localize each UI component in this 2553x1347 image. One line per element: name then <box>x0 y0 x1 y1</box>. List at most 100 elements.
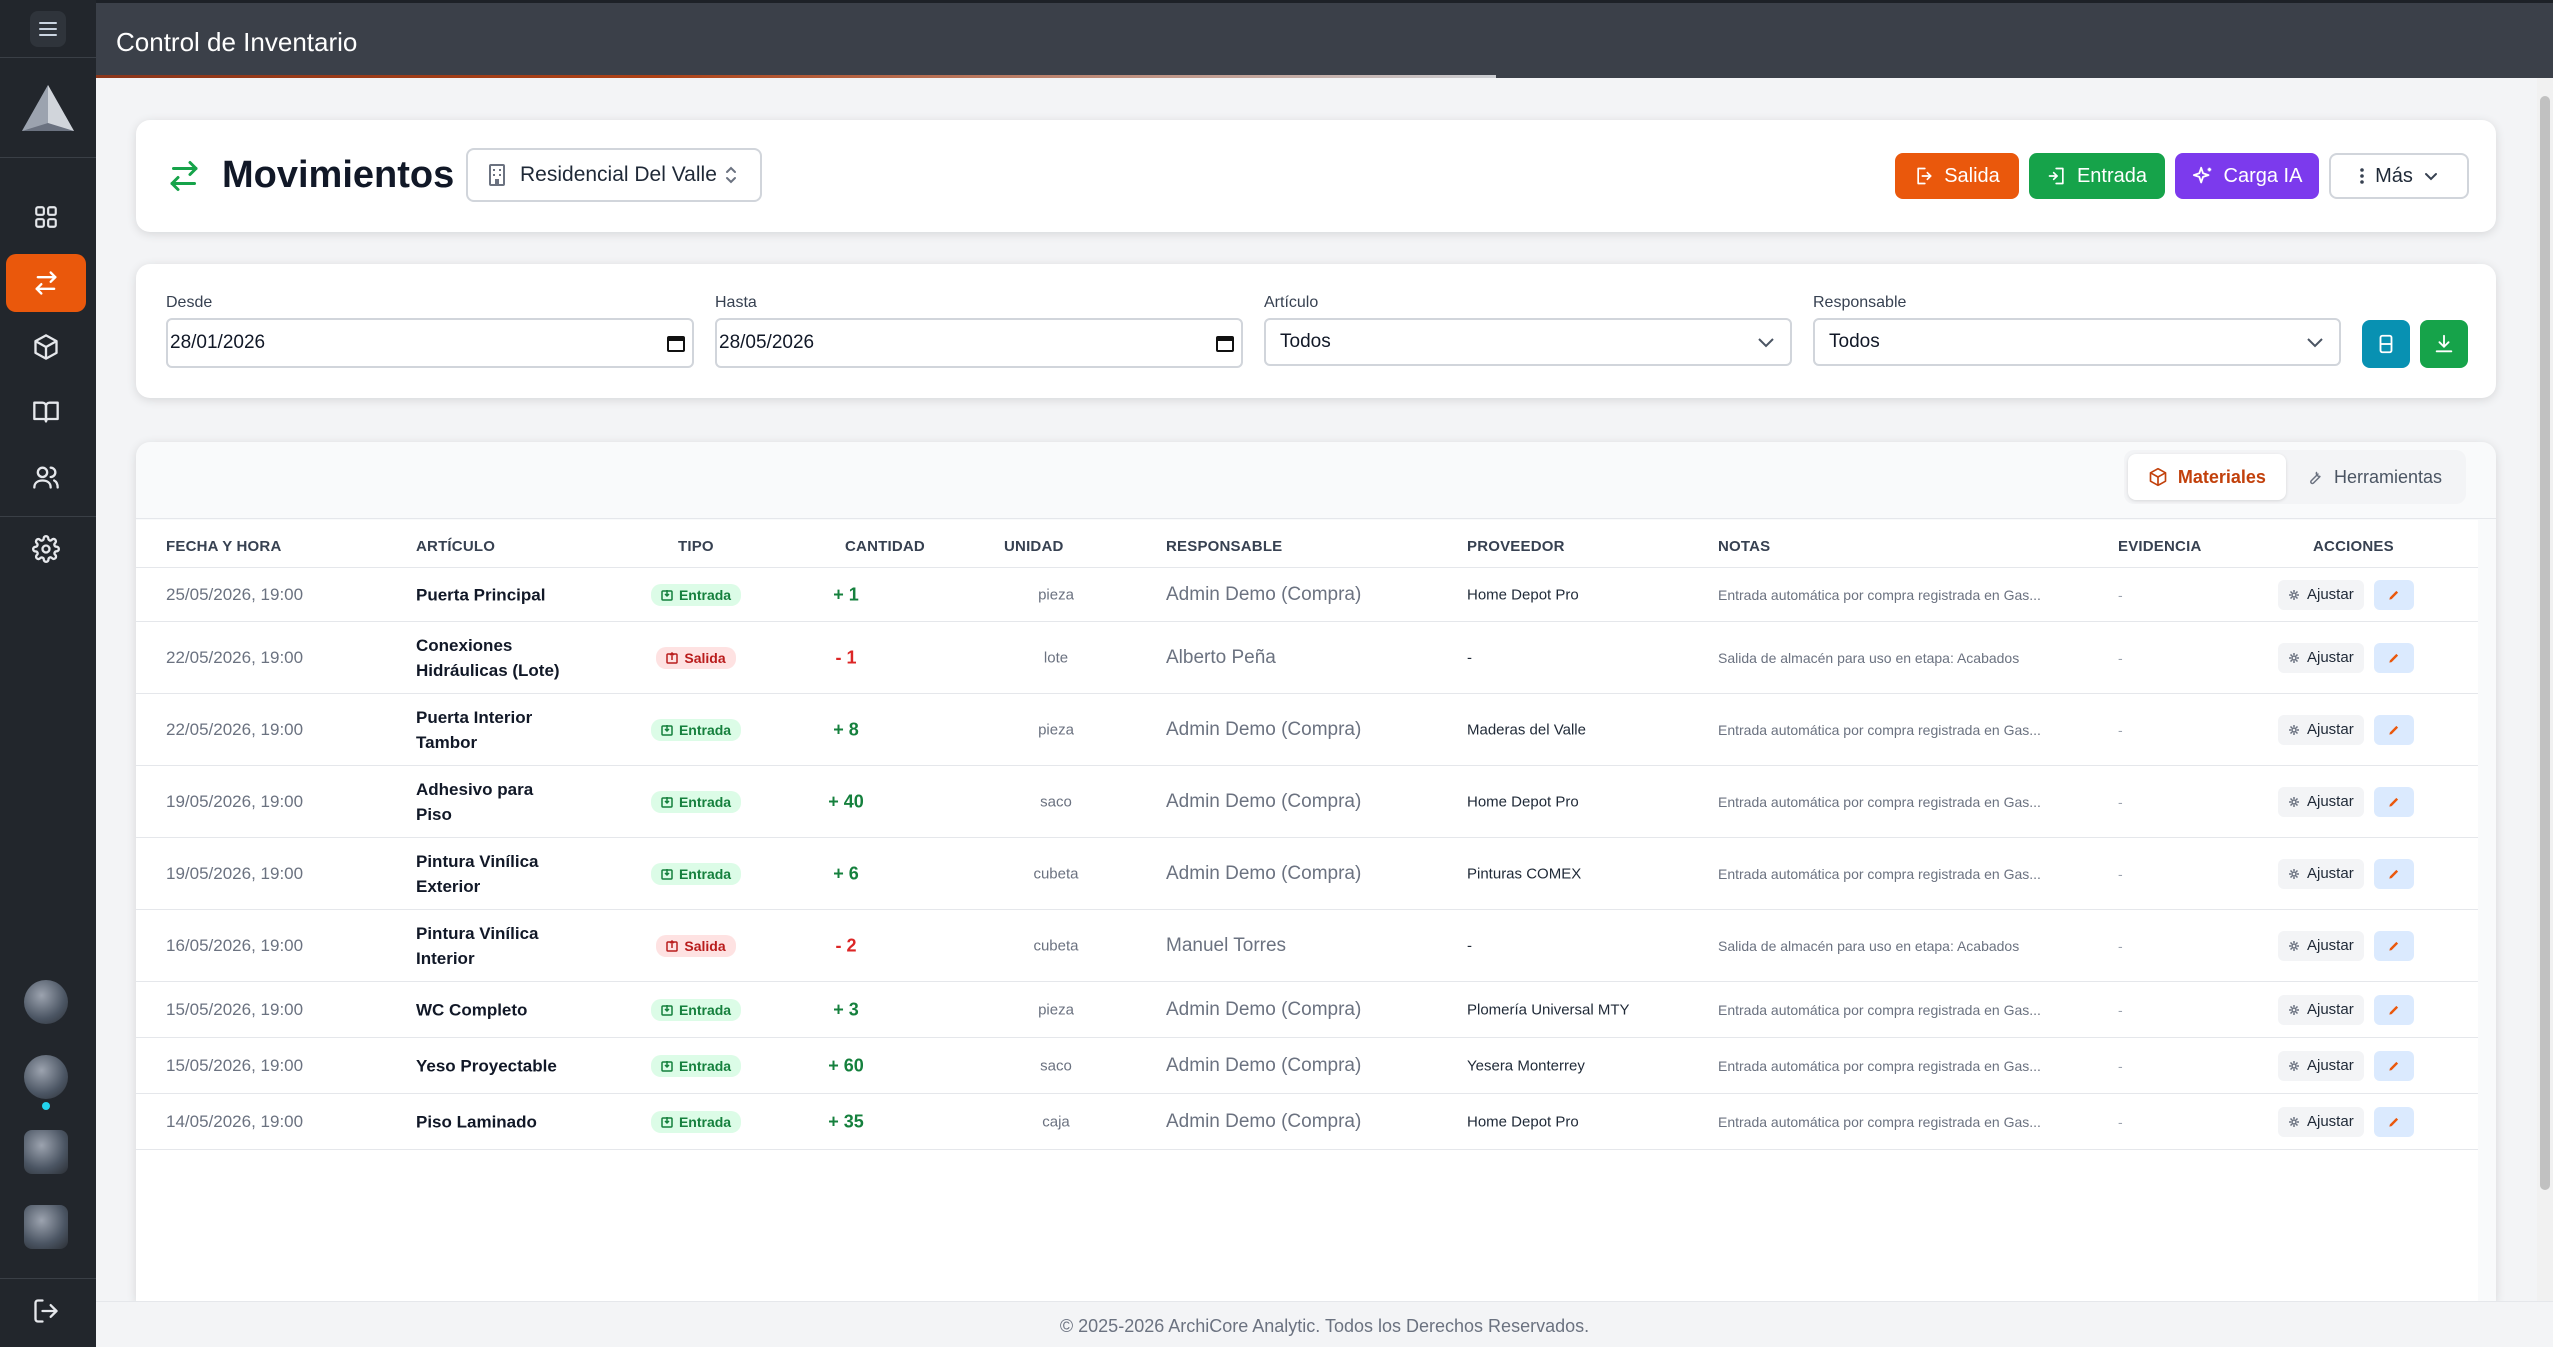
adjust-button[interactable]: Ajustar <box>2278 786 2364 817</box>
row-type: Entrada <box>646 1110 746 1133</box>
entry-icon <box>661 589 673 601</box>
row-responsible: Admin Demo (Compra) <box>1166 862 1362 884</box>
tab-materiales[interactable]: Materiales <box>2127 454 2286 500</box>
hasta-label: Hasta <box>715 294 757 311</box>
adjust-button-label: Ajustar <box>2307 1057 2354 1074</box>
download-button[interactable] <box>2420 320 2468 368</box>
row-responsible: Admin Demo (Compra) <box>1166 1054 1362 1076</box>
adjust-button[interactable]: Ajustar <box>2278 714 2364 745</box>
entry-icon <box>661 868 673 880</box>
sidebar-item-catalogo[interactable] <box>6 383 86 441</box>
row-date: 25/05/2026, 19:00 <box>166 584 304 604</box>
column-header: RESPONSABLE <box>1166 538 1283 555</box>
entry-icon <box>661 1004 673 1016</box>
logout-button[interactable] <box>6 1282 86 1340</box>
edit-button[interactable] <box>2373 579 2414 610</box>
users-icon <box>33 466 59 489</box>
edit-button[interactable] <box>2373 994 2414 1025</box>
adjust-button[interactable]: Ajustar <box>2278 930 2364 961</box>
entry-icon <box>661 724 673 736</box>
carga-ia-button[interactable]: Carga IA <box>2175 153 2319 199</box>
type-badge: Entrada <box>650 998 742 1021</box>
type-badge-label: Entrada <box>678 1057 732 1074</box>
more-vertical-icon <box>2360 168 2364 184</box>
row-notes: Entrada automática por compra registrada… <box>1718 1001 2041 1018</box>
responsable-select[interactable]: Todos <box>1813 318 2341 366</box>
adjust-button[interactable]: Ajustar <box>2278 994 2364 1025</box>
edit-button[interactable] <box>2373 1050 2414 1081</box>
calendar-icon[interactable] <box>666 333 686 353</box>
row-notes: Entrada automática por compra registrada… <box>1718 1113 2041 1130</box>
adjust-button[interactable]: Ajustar <box>2278 579 2364 610</box>
more-button[interactable]: Más <box>2329 153 2469 199</box>
row-article: Pintura Vinílica Interior <box>416 923 539 968</box>
movements-table-card: Materiales Herramientas FECHA Y HORA ART… <box>136 442 2496 1302</box>
entry-icon <box>661 1060 673 1072</box>
adjust-button[interactable]: Ajustar <box>2278 858 2364 889</box>
row-supplier: Plomería Universal MTY <box>1467 1001 1630 1018</box>
row-quantity: + 8 <box>833 719 859 739</box>
sidebar-item-dashboard[interactable] <box>6 188 86 246</box>
dashboard-icon <box>35 206 57 228</box>
sidebar-item-configuracion[interactable] <box>6 520 86 578</box>
column-header: CANTIDAD <box>845 538 925 555</box>
chevron-down-icon <box>2424 173 2437 181</box>
avatar-bot-1[interactable] <box>24 980 68 1024</box>
table-row: 22/05/2026, 19:00 Conexiones Hidráulicas … <box>136 622 2478 694</box>
column-header: EVIDENCIA <box>2118 538 2202 555</box>
row-type: Entrada <box>646 790 746 813</box>
app-logo[interactable] <box>0 58 96 158</box>
type-badge: Salida <box>656 646 736 669</box>
avatar-bot-2[interactable] <box>24 1055 68 1099</box>
row-evidence: - <box>2118 649 2123 666</box>
adjust-button[interactable]: Ajustar <box>2278 642 2364 673</box>
edit-button[interactable] <box>2373 642 2414 673</box>
edit-button[interactable] <box>2373 1106 2414 1137</box>
row-supplier: Home Depot Pro <box>1467 586 1579 603</box>
responsable-label: Responsable <box>1813 294 1907 311</box>
hasta-date-input[interactable]: 28/05/2026 <box>715 318 1243 368</box>
sidebar-item-movimientos[interactable] <box>6 254 86 312</box>
edit-button[interactable] <box>2373 930 2414 961</box>
row-evidence: - <box>2118 586 2123 603</box>
row-article: Puerta Principal <box>416 585 546 604</box>
pencil-icon <box>2389 1117 2398 1127</box>
sidebar-item-inventario[interactable] <box>6 318 86 376</box>
adjust-button[interactable]: Ajustar <box>2278 1050 2364 1081</box>
row-date: 14/05/2026, 19:00 <box>166 1111 304 1131</box>
row-quantity: + 35 <box>828 1111 864 1131</box>
type-badge: Entrada <box>650 790 742 813</box>
row-date: 22/05/2026, 19:00 <box>166 719 304 739</box>
page-title: Movimientos <box>222 154 455 196</box>
row-unit: pieza <box>1038 1001 1074 1018</box>
table-row: 19/05/2026, 19:00 Pintura Vinílica Exteri… <box>136 838 2478 910</box>
row-responsible: Admin Demo (Compra) <box>1166 790 1362 812</box>
sidebar-item-usuarios[interactable] <box>6 448 86 506</box>
type-badge-label: Entrada <box>678 1001 732 1018</box>
row-quantity: + 1 <box>833 584 859 604</box>
adjust-button[interactable]: Ajustar <box>2278 1106 2364 1137</box>
hasta-value: 28/05/2026 <box>719 332 815 353</box>
project-selector[interactable]: Residencial Del Valle <box>466 148 762 202</box>
edit-button[interactable] <box>2373 858 2414 889</box>
edit-button[interactable] <box>2373 786 2414 817</box>
calendar-icon[interactable] <box>1215 333 1235 353</box>
table-row: 19/05/2026, 19:00 Adhesivo para Piso Entra… <box>136 766 2478 838</box>
row-type: Entrada <box>646 1054 746 1077</box>
row-evidence: - <box>2118 865 2123 882</box>
tab-herramientas[interactable]: Herramientas <box>2286 454 2462 500</box>
salida-button[interactable]: Salida <box>1895 153 2019 199</box>
category-tabs: Materiales Herramientas <box>2123 450 2466 504</box>
entrada-button[interactable]: Entrada <box>2029 153 2165 199</box>
articulo-select[interactable]: Todos <box>1264 318 1792 366</box>
row-supplier: Maderas del Valle <box>1467 721 1586 738</box>
row-evidence: - <box>2118 1113 2123 1130</box>
avatar-bot-3[interactable] <box>24 1130 68 1174</box>
print-button[interactable] <box>2362 320 2410 368</box>
avatar-bot-4[interactable] <box>24 1205 68 1249</box>
edit-button[interactable] <box>2373 714 2414 745</box>
menu-toggle-button[interactable] <box>30 10 66 47</box>
page-scrollbar-thumb[interactable] <box>2540 96 2550 1190</box>
row-supplier: Pinturas COMEX <box>1467 865 1582 882</box>
desde-date-input[interactable]: 28/01/2026 <box>166 318 694 368</box>
